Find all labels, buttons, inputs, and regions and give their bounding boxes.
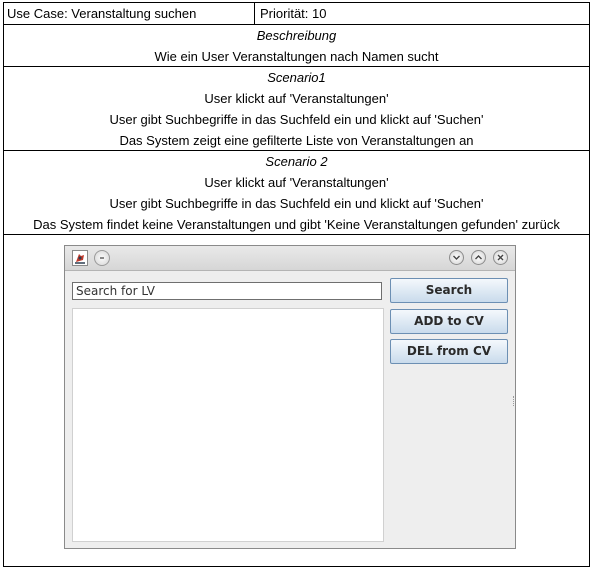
scenario1-step: User klickt auf 'Veranstaltungen' bbox=[204, 91, 389, 106]
scenario2-section: Scenario 2 User klickt auf 'Veranstaltun… bbox=[4, 151, 589, 235]
search-button[interactable]: Search bbox=[390, 278, 508, 303]
scenario1-step: Das System zeigt eine gefilterte Liste v… bbox=[119, 133, 474, 148]
resize-grip[interactable] bbox=[513, 396, 516, 406]
results-list[interactable] bbox=[72, 308, 384, 542]
scenario1-section: Scenario1 User klickt auf 'Veranstaltung… bbox=[4, 67, 589, 151]
add-to-cv-button[interactable]: ADD to CV bbox=[390, 309, 508, 334]
del-from-cv-button[interactable]: DEL from CV bbox=[390, 339, 508, 364]
close-icon[interactable] bbox=[493, 250, 508, 265]
chevron-down-icon[interactable] bbox=[449, 250, 464, 265]
scenario2-heading: Scenario 2 bbox=[265, 154, 328, 169]
window-titlebar[interactable] bbox=[65, 246, 515, 271]
scenario1-heading: Scenario1 bbox=[267, 70, 326, 85]
scenario1-step: User gibt Suchbegriffe in das Suchfeld e… bbox=[109, 112, 484, 127]
priority-label: Priorität: 10 bbox=[260, 6, 327, 21]
description-heading: Beschreibung bbox=[256, 28, 337, 43]
chevron-up-icon[interactable] bbox=[471, 250, 486, 265]
scenario2-step: User klickt auf 'Veranstaltungen' bbox=[204, 175, 389, 190]
description-section: Beschreibung Wie ein User Veranstaltunge… bbox=[4, 25, 589, 67]
java-app-icon[interactable] bbox=[72, 250, 88, 266]
use-case-document: Use Case: Veranstaltung suchen Priorität… bbox=[3, 2, 590, 567]
app-window-screenshot: Search ADD to CV DEL from CV bbox=[64, 245, 516, 549]
scenario2-step: User gibt Suchbegriffe in das Suchfeld e… bbox=[109, 196, 484, 211]
header-row: Use Case: Veranstaltung suchen Priorität… bbox=[4, 3, 589, 25]
use-case-title: Use Case: Veranstaltung suchen bbox=[4, 3, 255, 25]
search-input[interactable] bbox=[72, 282, 382, 300]
description-text: Wie ein User Veranstaltungen nach Namen … bbox=[154, 49, 439, 64]
scenario2-step: Das System findet keine Veranstaltungen … bbox=[33, 217, 560, 232]
window-menu-icon[interactable] bbox=[94, 250, 110, 266]
